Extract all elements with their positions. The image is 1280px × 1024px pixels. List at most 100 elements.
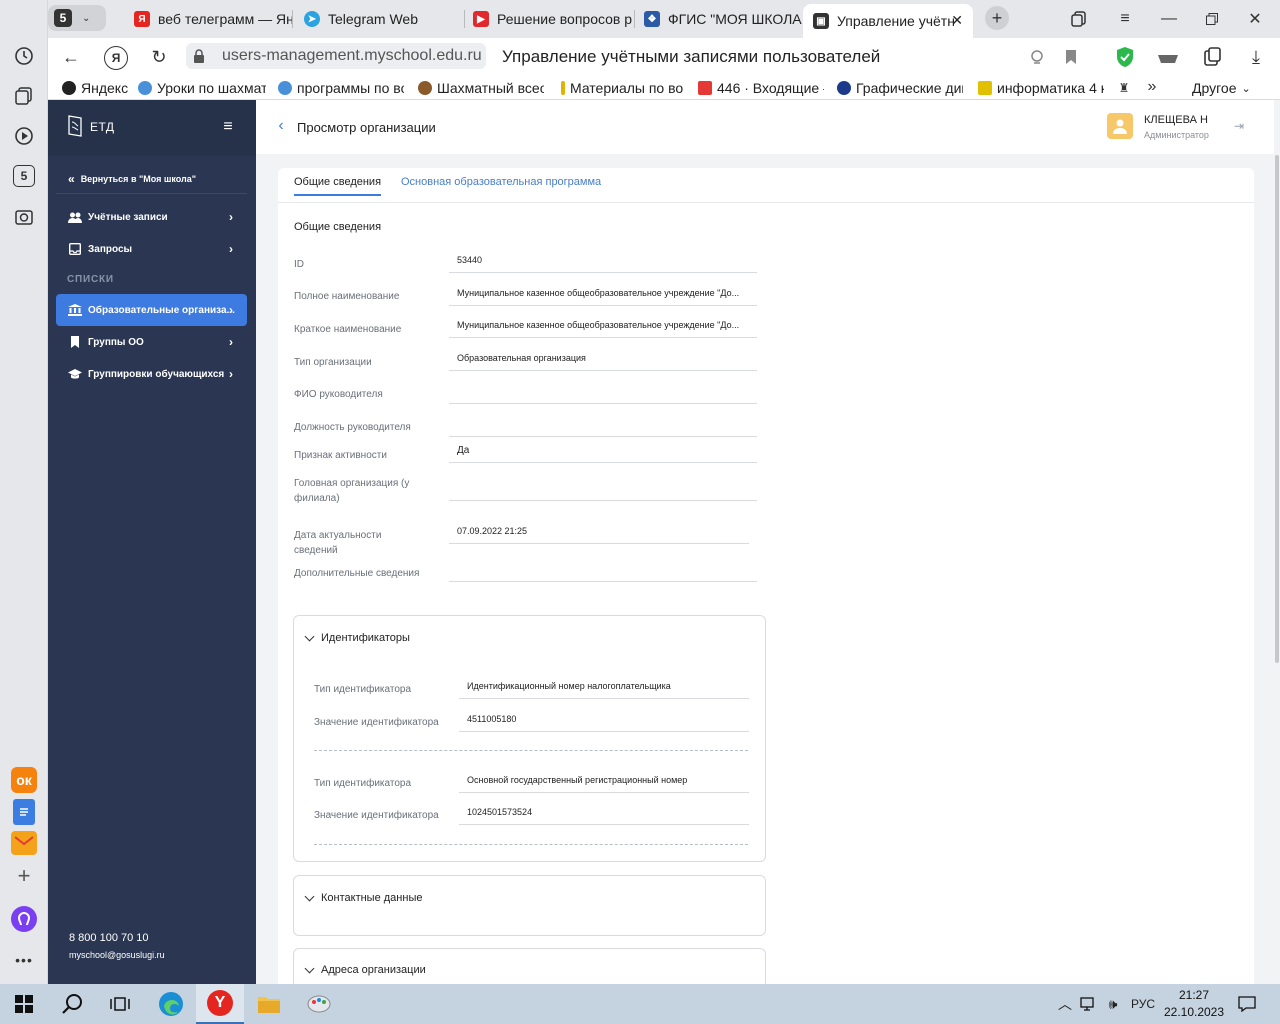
search-icon[interactable] (1026, 46, 1048, 68)
nav-item-student-groupings[interactable]: Группировки обучающихся › (56, 358, 247, 390)
back-chevron-icon[interactable]: ‹ (274, 117, 288, 134)
bookmark-icon[interactable] (1060, 46, 1082, 68)
back-to-school-link[interactable]: « Вернуться в "Моя школа" (56, 164, 247, 194)
add-panel-icon[interactable]: + (12, 863, 36, 888)
clock-time[interactable]: 21:27 (1165, 988, 1223, 1002)
browser-tab[interactable]: ▶ Решение вопросов р (463, 4, 635, 34)
bookmark-item[interactable]: Уроки по шахмата (138, 80, 266, 96)
nav-item-org-groups[interactable]: Группы ОО › (56, 326, 247, 358)
tab-group-button[interactable]: 5 ⌄ (48, 5, 106, 31)
field-value-director-name (449, 376, 757, 404)
browser-tab[interactable]: ❖ ФГИС "МОЯ ШКОЛА (634, 4, 802, 34)
nav-item-accounts[interactable]: Учётные записи › (56, 201, 247, 233)
rook-icon[interactable]: ♜ (1116, 79, 1132, 97)
support-phone[interactable]: 8 800 100 70 10 (69, 932, 149, 944)
reload-icon[interactable]: ↻ (148, 46, 170, 68)
docs-icon[interactable] (13, 799, 35, 825)
institution-icon (68, 304, 82, 316)
task-view-icon[interactable] (102, 984, 138, 1024)
youtube-icon: ▶ (473, 11, 489, 27)
bookmark-item[interactable]: программы по во (278, 80, 404, 96)
yandex-button-icon[interactable]: Я (104, 46, 128, 70)
other-bookmarks[interactable]: Другое ⌄ (1192, 80, 1272, 96)
extension-icon[interactable] (1156, 48, 1180, 66)
tab-education-program[interactable]: Основная образовательная программа (401, 176, 601, 188)
field-value-id: 53440 (449, 245, 757, 273)
bookmark-item[interactable]: Яндекс (62, 80, 128, 96)
nav-item-organizations[interactable]: Образовательные организа... › (56, 294, 247, 326)
field-label-short-name: Краткое наименование (294, 324, 402, 335)
bookmark-item[interactable]: 446 · Входящие — (698, 80, 824, 96)
browser-tab[interactable]: ➤ Telegram Web (294, 4, 464, 34)
history-icon[interactable] (12, 44, 36, 68)
addresses-toggle[interactable]: Адреса организации (304, 963, 426, 976)
emblem-icon: ❖ (644, 11, 660, 27)
download-icon[interactable]: ⤓ (1245, 46, 1267, 68)
clipboard-icon[interactable] (1200, 46, 1224, 68)
screenshot-icon[interactable] (12, 205, 36, 229)
language-indicator[interactable]: РУС (1128, 984, 1158, 1024)
network-icon[interactable] (1078, 984, 1100, 1024)
windows-start-icon[interactable] (6, 984, 42, 1024)
yandex-browser-taskbar-icon[interactable]: Y (196, 984, 244, 1024)
volume-icon[interactable]: 🕪 (1102, 984, 1124, 1024)
bookmark-item[interactable]: Шахматный всеоб (418, 80, 544, 96)
more-icon[interactable]: ••• (12, 950, 36, 970)
video-icon[interactable] (12, 124, 36, 148)
window-close-icon[interactable]: ✕ (1244, 8, 1266, 30)
collections-icon[interactable] (1068, 8, 1090, 30)
minimize-icon[interactable]: — (1158, 8, 1180, 30)
browser-tab-active[interactable]: ▣ Управление учётн ✕ (803, 4, 973, 38)
contacts-title: Контактные данные (321, 892, 423, 904)
new-tab-plus-icon[interactable]: + (985, 6, 1009, 30)
chevron-right-icon: › (229, 367, 233, 381)
mail-icon[interactable] (11, 831, 37, 855)
bookmark-item[interactable]: информатика 4 к (978, 80, 1104, 96)
menu-icon[interactable]: ≡ (1114, 8, 1136, 30)
browser-tab-strip: 5 ⌄ Я веб телеграмм — Ян ➤ Telegram Web … (0, 0, 1280, 38)
identifier-type-value: Идентификационный номер налогоплательщик… (459, 671, 749, 699)
more-bookmarks-icon[interactable]: » (1144, 78, 1160, 96)
tabs-divider (278, 202, 1254, 203)
contacts-toggle[interactable]: Контактные данные (304, 891, 423, 904)
url-field[interactable]: users-management.myschool.edu.ru (186, 43, 486, 69)
search-icon[interactable] (54, 984, 90, 1024)
back-arrow-icon[interactable]: ← (60, 46, 82, 68)
field-value-full-name: Муниципальное казенное общеобразовательн… (449, 278, 757, 306)
hamburger-icon[interactable]: ≡ (218, 118, 238, 136)
identifier-value: 4511005180 (459, 704, 749, 732)
bookmark-item[interactable]: Материалы по во (561, 80, 683, 96)
odnoklassniki-icon[interactable]: ок (11, 767, 37, 793)
tab-title: Решение вопросов р (497, 11, 633, 27)
mail-icon (698, 81, 712, 95)
field-label-full-name: Полное наименование (294, 291, 400, 302)
back-link-label: Вернуться в "Моя школа" (80, 174, 197, 184)
telegram-icon: ➤ (304, 11, 320, 27)
bookmark-label: программы по во (297, 80, 404, 96)
identifiers-toggle[interactable]: Идентификаторы (304, 631, 410, 644)
browser-tab[interactable]: Я веб телеграмм — Ян (124, 4, 300, 34)
chevron-up-icon[interactable]: ︿ (1054, 984, 1076, 1024)
tabs-icon[interactable] (12, 84, 36, 108)
chevron-down-icon: ⌄ (1241, 82, 1251, 95)
nav-item-requests[interactable]: Запросы › (56, 233, 247, 265)
avatar[interactable] (1107, 113, 1133, 139)
protect-shield-icon[interactable] (1113, 44, 1137, 70)
close-icon[interactable]: ✕ (951, 12, 963, 29)
logout-icon[interactable]: ⇥ (1231, 118, 1247, 134)
bookmark-label: Яндекс (81, 80, 128, 96)
bookmark-item[interactable]: Графические дикт (837, 80, 963, 96)
edge-icon[interactable] (152, 984, 190, 1024)
clock-date[interactable]: 22.10.2023 (1163, 1005, 1225, 1019)
bookmark-label: Материалы по во (570, 80, 683, 96)
restore-icon[interactable] (1201, 8, 1223, 30)
five-icon[interactable]: 5 (13, 165, 35, 187)
notifications-icon[interactable] (1236, 984, 1258, 1024)
file-explorer-icon[interactable] (250, 984, 288, 1024)
scrollbar-thumb[interactable] (1275, 155, 1279, 663)
paint-app-icon[interactable] (300, 984, 338, 1024)
support-email[interactable]: myschool@gosuslugi.ru (69, 950, 165, 960)
alice-icon[interactable] (11, 906, 37, 932)
tab-general-info[interactable]: Общие сведения (294, 176, 382, 196)
windows-taskbar: Y ︿ 🕪 РУС 21:27 22.10.2023 (0, 984, 1280, 1024)
